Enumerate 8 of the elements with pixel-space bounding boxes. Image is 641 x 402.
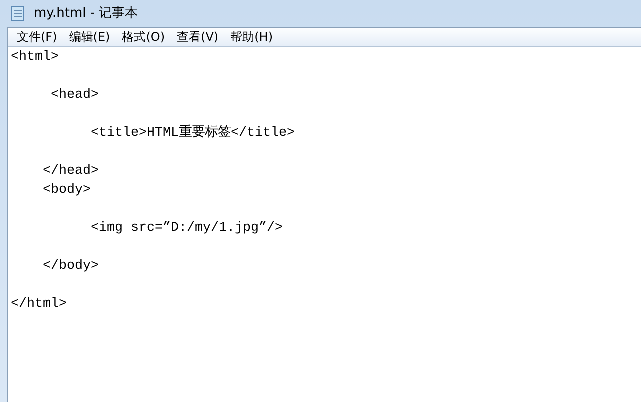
- menu-item[interactable]: 帮助(H): [224, 28, 279, 46]
- window-title: my.html - 记事本: [34, 4, 138, 23]
- notepad-icon: [10, 6, 26, 22]
- menu-item[interactable]: 格式(O): [116, 28, 172, 46]
- menu-item[interactable]: 文件(F): [11, 28, 64, 46]
- menu-item[interactable]: 编辑(E): [63, 28, 116, 46]
- menu-item[interactable]: 查看(V): [171, 28, 225, 46]
- document-text: <html> <head> <title>HTML重要标签</title> </head> <body> <img src=”D:/my/1.jpg”/> </body> </html>: [11, 49, 295, 314]
